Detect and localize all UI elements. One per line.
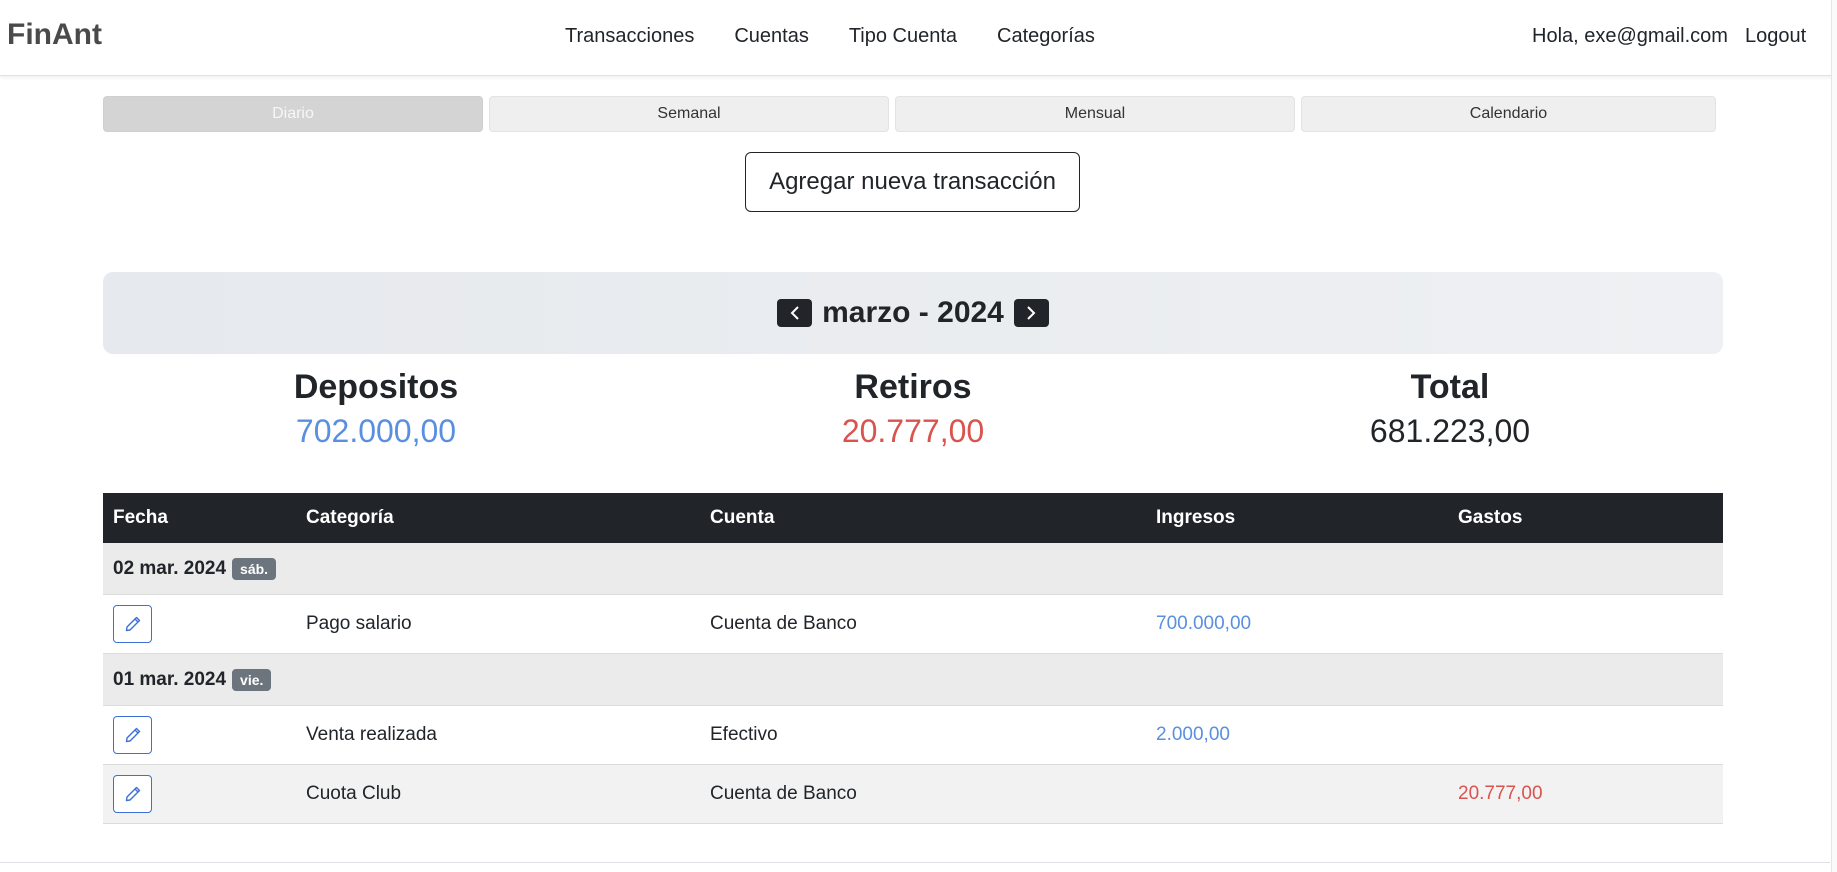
row-account: Cuenta de Banco	[710, 613, 857, 634]
period-selector: marzo - 2024	[103, 272, 1723, 354]
user-greeting: Hola, exe@gmail.com	[1532, 25, 1728, 47]
next-month-button[interactable]	[1013, 299, 1049, 327]
nav-link-cuentas[interactable]: Cuentas	[734, 25, 809, 48]
table-row[interactable]: Pago salario Cuenta de Banco 700.000,00	[103, 595, 1723, 654]
date-group-row: 02 mar. 2024 sáb.	[103, 543, 1723, 595]
pencil-icon	[125, 616, 140, 632]
header-ingresos: Ingresos	[1156, 507, 1236, 528]
row-income: 700.000,00	[1156, 613, 1252, 634]
main-nav: Transacciones Cuentas Tipo Cuenta Catego…	[565, 25, 1135, 48]
nav-link-tipo-cuenta[interactable]: Tipo Cuenta	[849, 25, 957, 48]
row-income: 2.000,00	[1156, 724, 1230, 745]
header-categoria: Categoría	[306, 507, 394, 528]
weekday-badge: vie.	[232, 668, 272, 691]
table-row[interactable]: Venta realizada Efectivo 2.000,00	[103, 706, 1723, 765]
logout-link[interactable]: Logout	[1745, 25, 1806, 48]
deposits-summary: Depositos 702.000,00	[176, 368, 576, 450]
row-category: Cuota Club	[306, 783, 402, 804]
deposits-value: 702.000,00	[295, 413, 457, 449]
table-header: Fecha Categoría Cuenta Ingresos Gastos	[103, 493, 1723, 543]
page-divider	[0, 862, 1830, 863]
table-row[interactable]: Cuota Club Cuenta de Banco 20.777,00	[103, 765, 1723, 824]
chevron-left-icon	[790, 306, 799, 320]
total-label: Total	[1410, 368, 1490, 406]
view-tabs: Diario Semanal Mensual Calendario	[103, 96, 1716, 132]
period-label: marzo - 2024	[822, 296, 1004, 329]
row-category: Venta realizada	[306, 724, 437, 745]
withdrawals-value: 20.777,00	[841, 413, 985, 449]
weekday-badge: sáb.	[232, 557, 277, 580]
header-gastos: Gastos	[1458, 507, 1523, 528]
row-expense: 20.777,00	[1458, 783, 1543, 804]
chevron-right-icon	[1027, 306, 1036, 320]
edit-button[interactable]	[113, 716, 152, 754]
tab-diario[interactable]: Diario	[103, 96, 483, 132]
brand-logo[interactable]: FinAnt	[7, 18, 102, 52]
tab-semanal[interactable]: Semanal	[489, 96, 889, 132]
deposits-label: Depositos	[293, 368, 459, 406]
row-category: Pago salario	[306, 613, 412, 634]
tab-mensual[interactable]: Mensual	[895, 96, 1295, 132]
transactions-table: Fecha Categoría Cuenta Ingresos Gastos 0…	[103, 493, 1723, 824]
row-account: Efectivo	[710, 724, 778, 745]
header-fecha: Fecha	[113, 507, 168, 528]
withdrawals-label: Retiros	[854, 368, 972, 406]
nav-link-categorias[interactable]: Categorías	[997, 25, 1095, 48]
header-cuenta: Cuenta	[710, 507, 775, 528]
total-summary: Total 681.223,00	[1250, 368, 1650, 450]
edit-button[interactable]	[113, 605, 152, 643]
page-scrollbar[interactable]	[1831, 0, 1837, 872]
edit-button[interactable]	[113, 775, 152, 813]
pencil-icon	[125, 727, 140, 743]
top-navbar: FinAnt Transacciones Cuentas Tipo Cuenta…	[0, 0, 1837, 76]
pencil-icon	[125, 786, 140, 802]
date-group-row: 01 mar. 2024 vie.	[103, 654, 1723, 706]
prev-month-button[interactable]	[777, 299, 813, 327]
add-transaction-button[interactable]: Agregar nueva transacción	[745, 152, 1080, 212]
tab-calendario[interactable]: Calendario	[1301, 96, 1716, 132]
group-date: 01 mar. 2024	[113, 668, 227, 690]
row-account: Cuenta de Banco	[710, 783, 857, 804]
group-date: 02 mar. 2024	[113, 557, 227, 579]
total-value: 681.223,00	[1369, 413, 1531, 449]
withdrawals-summary: Retiros 20.777,00	[713, 368, 1113, 450]
nav-link-transacciones[interactable]: Transacciones	[565, 25, 694, 48]
